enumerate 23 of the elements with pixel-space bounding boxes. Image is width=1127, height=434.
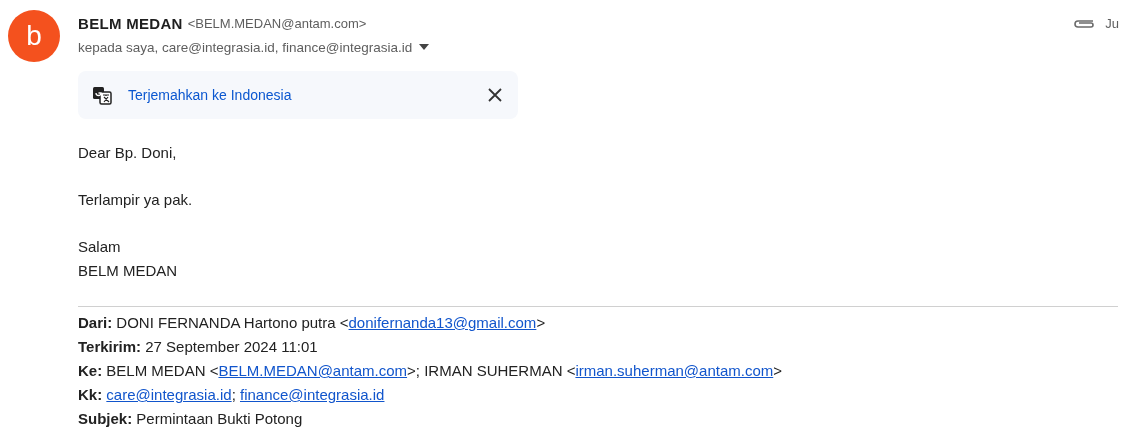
- header-line: Dari: DONI FERNANDA Hartono putra <donifernanda13@gmail.com>: [78, 313, 546, 333]
- close-icon[interactable]: [488, 88, 502, 102]
- header-line: Terkirim: 27 September 2024 11:01: [78, 337, 318, 357]
- avatar: b: [8, 10, 60, 62]
- body-text: BELM MEDAN: [78, 261, 178, 281]
- recipients-text: kepada saya, care@integrasia.id, finance@integrasia.id: [78, 39, 413, 55]
- date-text: Ju: [1105, 15, 1119, 31]
- translate-icon: [92, 85, 112, 105]
- caret-icon[interactable]: [419, 44, 430, 50]
- body-text: Dear Bp. Doni,: [78, 143, 177, 163]
- email-link[interactable]: finance@integrasia.id: [240, 386, 385, 403]
- paperclip-icon: [1073, 17, 1096, 29]
- email-link[interactable]: BELM.MEDAN@antam.com: [218, 362, 408, 379]
- email-link[interactable]: irman.suherman@antam.com: [575, 362, 774, 379]
- body-text: Salam: [78, 237, 121, 257]
- email-link[interactable]: care@integrasia.id: [106, 386, 232, 403]
- header-line: Subjek: Permintaan Bukti Potong: [78, 409, 303, 429]
- sender-address: <BELM.MEDAN@antam.com>: [187, 15, 367, 31]
- email-link[interactable]: donifernanda13@gmail.com: [348, 314, 537, 331]
- body-text: Terlampir ya pak.: [78, 190, 193, 210]
- sender-name: BELM MEDAN: [78, 14, 183, 32]
- header-line: Kk: care@integrasia.id; finance@integrasia.id: [78, 385, 385, 405]
- header-line: Ke: BELM MEDAN <BELM.MEDAN@antam.com>; IRMAN SUHERMAN <irman.suherman@antam.com>: [78, 361, 782, 381]
